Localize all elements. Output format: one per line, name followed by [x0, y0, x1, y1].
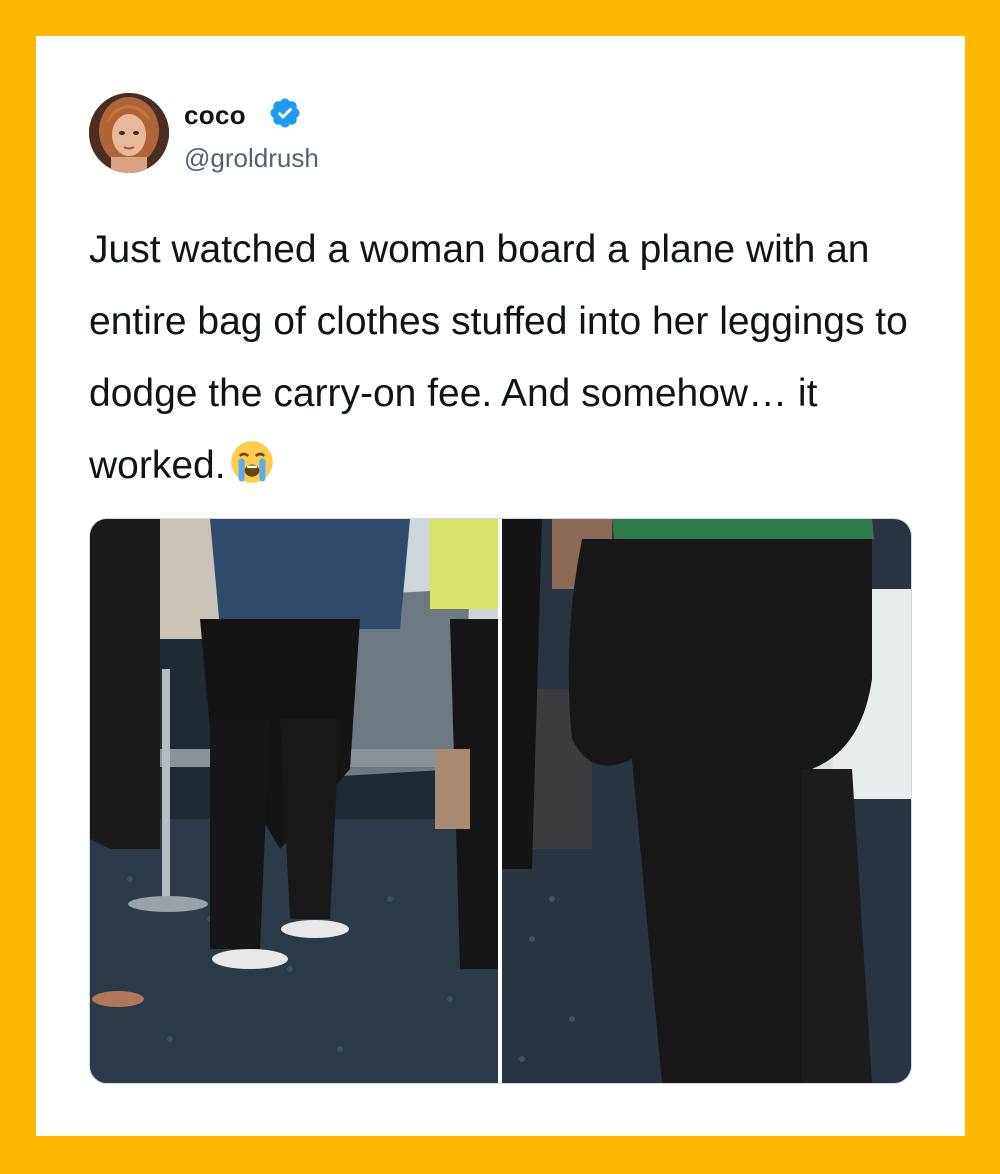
airport-gate-photo-right[interactable] — [502, 519, 911, 1083]
tweet-text: Just watched a woman board a plane with … — [89, 214, 919, 502]
tweet-card: coco @groldrush Just watched a woman boa… — [36, 36, 965, 1136]
user-handle[interactable]: @groldrush — [184, 143, 319, 174]
avatar-image — [89, 93, 169, 173]
verified-badge-icon — [270, 98, 300, 128]
display-name[interactable]: coco — [184, 100, 246, 131]
avatar[interactable] — [89, 93, 169, 173]
airport-gate-photo-left[interactable] — [90, 519, 498, 1083]
loudly-crying-face-emoji — [230, 441, 273, 483]
media-grid[interactable] — [89, 518, 912, 1084]
tweet-text-content: Just watched a woman board a plane with … — [89, 228, 919, 487]
